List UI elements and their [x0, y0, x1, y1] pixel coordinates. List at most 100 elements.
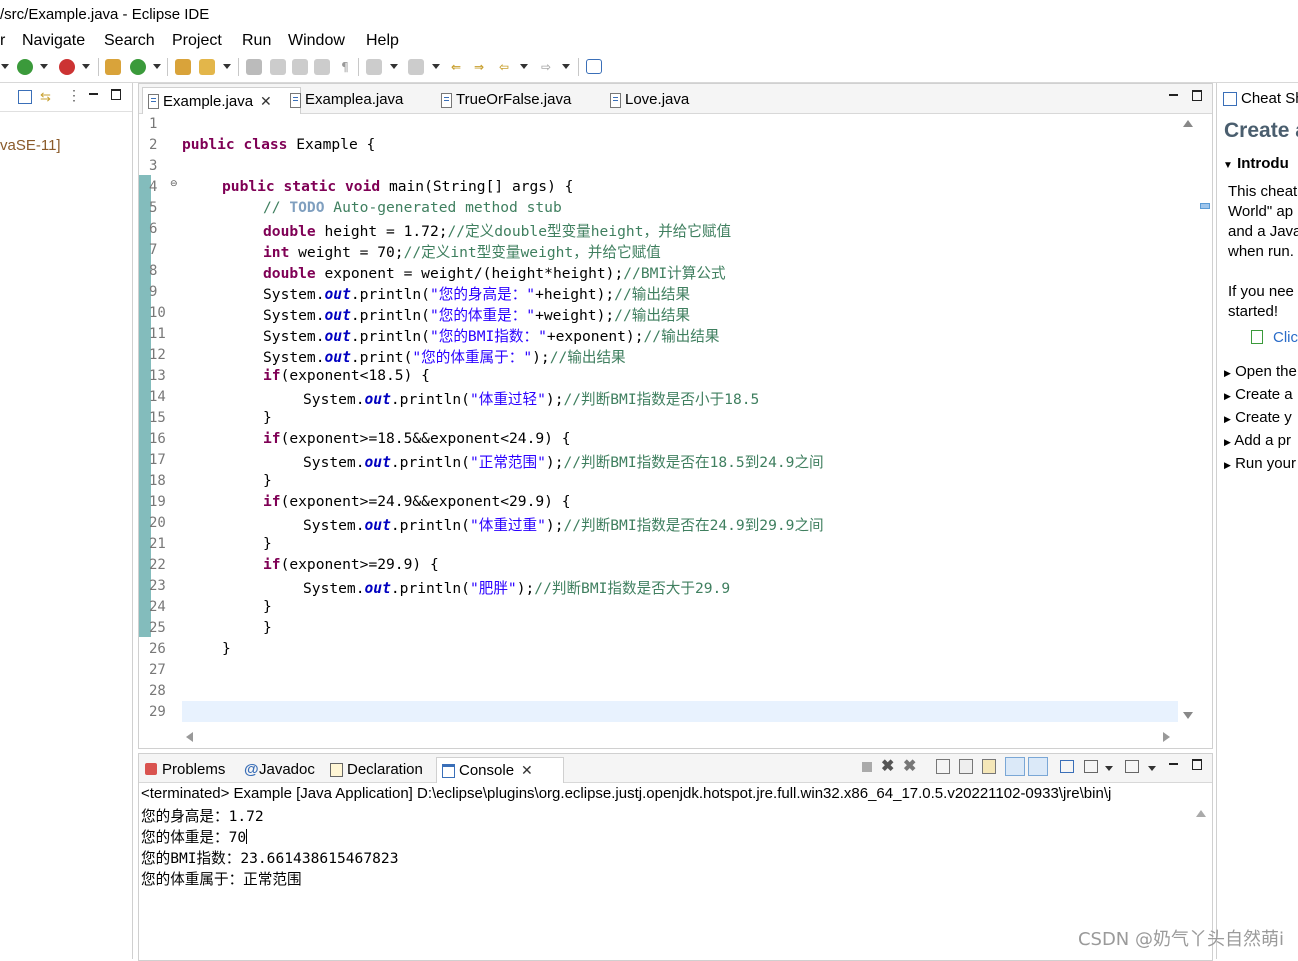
line-number: 24	[149, 599, 166, 615]
dropdown-arrow-icon[interactable]	[432, 64, 440, 69]
step-item[interactable]: ▶ Create a	[1224, 386, 1293, 403]
maximize-icon[interactable]	[111, 89, 121, 100]
line-number: 17	[149, 452, 166, 468]
dropdown-arrow-icon[interactable]	[223, 64, 231, 69]
overview-ruler[interactable]	[1197, 114, 1211, 732]
tab-love-java[interactable]: Love.java	[605, 87, 725, 113]
tab-console[interactable]: Console ✕	[436, 757, 564, 783]
terminate-icon[interactable]	[862, 762, 872, 772]
remove-all-launches-icon[interactable]: ✖	[903, 756, 916, 776]
step-item[interactable]: ▶ Open the	[1224, 363, 1297, 380]
code-line: }	[263, 535, 272, 552]
close-icon[interactable]: ✕	[260, 88, 272, 114]
jre-system-library-label[interactable]: vaSE-11]	[0, 137, 61, 154]
step-item[interactable]: ▶ Run your	[1224, 455, 1296, 472]
show-on-stderr-icon[interactable]	[1028, 757, 1048, 776]
menu-window[interactable]: Window	[288, 32, 345, 50]
code-text-area[interactable]: public class Example { public static voi…	[182, 114, 1178, 732]
view-menu-icon[interactable]: ⋮	[67, 87, 81, 104]
code-line: }	[222, 640, 231, 657]
tab-trueorfalse-java[interactable]: TrueOrFalse.java	[436, 87, 606, 113]
dropdown-arrow-icon[interactable]	[1105, 766, 1113, 771]
line-number: 21	[149, 536, 166, 552]
editor-horizontal-scrollbar[interactable]	[181, 728, 1178, 746]
scroll-up-icon[interactable]	[1183, 120, 1193, 127]
dropdown-arrow-icon[interactable]	[40, 64, 48, 69]
next-annotation-icon[interactable]	[366, 59, 382, 75]
menu-file-partial[interactable]: r	[0, 32, 5, 50]
editor-vertical-scrollbar[interactable]	[1180, 114, 1196, 732]
menu-help[interactable]: Help	[366, 32, 399, 50]
tab-declaration[interactable]: Declaration	[327, 757, 423, 782]
link-with-editor-icon[interactable]: ⇆	[40, 89, 51, 105]
maximize-icon[interactable]	[1192, 90, 1202, 101]
annotation-icon[interactable]	[246, 59, 262, 75]
maximize-icon[interactable]	[1192, 759, 1202, 770]
scroll-left-icon[interactable]	[186, 732, 193, 742]
debug-icon[interactable]	[17, 59, 33, 75]
block-selection-icon[interactable]	[292, 59, 308, 75]
remove-launch-icon[interactable]: ✖	[881, 756, 894, 776]
menu-project[interactable]: Project	[172, 32, 222, 50]
scroll-up-icon[interactable]	[1196, 810, 1206, 817]
line-number: 10	[149, 305, 166, 321]
minimize-icon[interactable]	[1169, 763, 1178, 765]
scroll-right-icon[interactable]	[1163, 732, 1170, 742]
forward-icon[interactable]: ⇨	[538, 59, 554, 75]
line-number: 26	[149, 641, 166, 657]
menu-navigate[interactable]: Navigate	[22, 32, 85, 50]
menu-run[interactable]: Run	[242, 32, 271, 50]
scroll-down-icon[interactable]	[1183, 712, 1193, 719]
dropdown-arrow-icon[interactable]	[520, 64, 528, 69]
main-toolbar: ¶ ⇐ ⇒ ⇦ ⇨	[0, 53, 1298, 83]
collapse-arrow-icon: ▶	[1224, 368, 1231, 378]
collapse-arrow-icon: ▶	[1224, 460, 1231, 470]
line-number: 28	[149, 683, 166, 699]
dropdown-arrow-icon[interactable]	[390, 64, 398, 69]
tab-cheat-sheets[interactable]: Cheat Sh	[1221, 90, 1298, 107]
occurrence-marker[interactable]	[1200, 203, 1210, 209]
collapse-all-icon[interactable]	[18, 90, 32, 104]
step-item[interactable]: ▶ Add a pr	[1224, 432, 1291, 449]
clear-console-icon[interactable]	[936, 759, 950, 774]
forward-edit-icon[interactable]: ⇒	[471, 59, 487, 75]
minimize-icon[interactable]	[89, 93, 98, 95]
show-on-stdout-icon[interactable]	[1005, 757, 1025, 776]
open-perspective-icon[interactable]	[586, 59, 602, 74]
run-coverage-icon[interactable]	[59, 59, 75, 75]
new-class-icon[interactable]	[130, 59, 146, 75]
section-introduction[interactable]: ▼ Introdu	[1223, 155, 1289, 172]
tab-example-java[interactable]: Example.java ✕	[142, 87, 301, 114]
pin-console-icon[interactable]	[1060, 760, 1074, 773]
scroll-lock-icon[interactable]	[959, 759, 973, 774]
dropdown-arrow-icon[interactable]	[153, 64, 161, 69]
fold-toggle-icon[interactable]: ⊖	[170, 179, 178, 189]
prev-annotation-icon[interactable]	[408, 59, 424, 75]
tab-javadoc[interactable]: @ Javadoc	[242, 757, 315, 782]
search-icon[interactable]	[199, 59, 215, 75]
mark-occurrences-icon[interactable]	[270, 59, 286, 75]
open-console-icon[interactable]	[1125, 760, 1139, 773]
word-wrap-icon[interactable]	[982, 759, 996, 774]
last-edit-icon[interactable]: ⇐	[448, 59, 464, 75]
line-number: 6	[149, 221, 158, 237]
editor-tab-bar: Example.java ✕ Examplea.java TrueOrFalse.…	[139, 84, 1212, 114]
open-type-icon[interactable]	[175, 59, 191, 75]
code-line: System.out.println("您的体重是："+weight);//输出…	[263, 307, 691, 324]
tab-problems[interactable]: Problems	[142, 757, 225, 782]
tab-examplea-java[interactable]: Examplea.java	[285, 87, 435, 113]
dropdown-arrow-icon[interactable]	[82, 64, 90, 69]
display-console-icon[interactable]	[1084, 760, 1098, 773]
show-whitespace-icon[interactable]: ¶	[337, 59, 353, 75]
menu-search[interactable]: Search	[104, 32, 155, 50]
click-to-begin-link[interactable]: Clic	[1251, 329, 1298, 346]
dropdown-arrow-icon[interactable]	[1148, 766, 1156, 771]
dropdown-arrow-icon[interactable]	[562, 64, 570, 69]
step-item[interactable]: ▶ Create y	[1224, 409, 1292, 426]
new-package-icon[interactable]	[105, 59, 121, 75]
close-icon[interactable]: ✕	[521, 758, 533, 783]
dropdown-arrow-icon[interactable]	[1, 64, 9, 69]
back-icon[interactable]: ⇦	[496, 59, 512, 75]
minimize-icon[interactable]	[1169, 94, 1178, 96]
word-wrap-icon[interactable]	[314, 59, 330, 75]
